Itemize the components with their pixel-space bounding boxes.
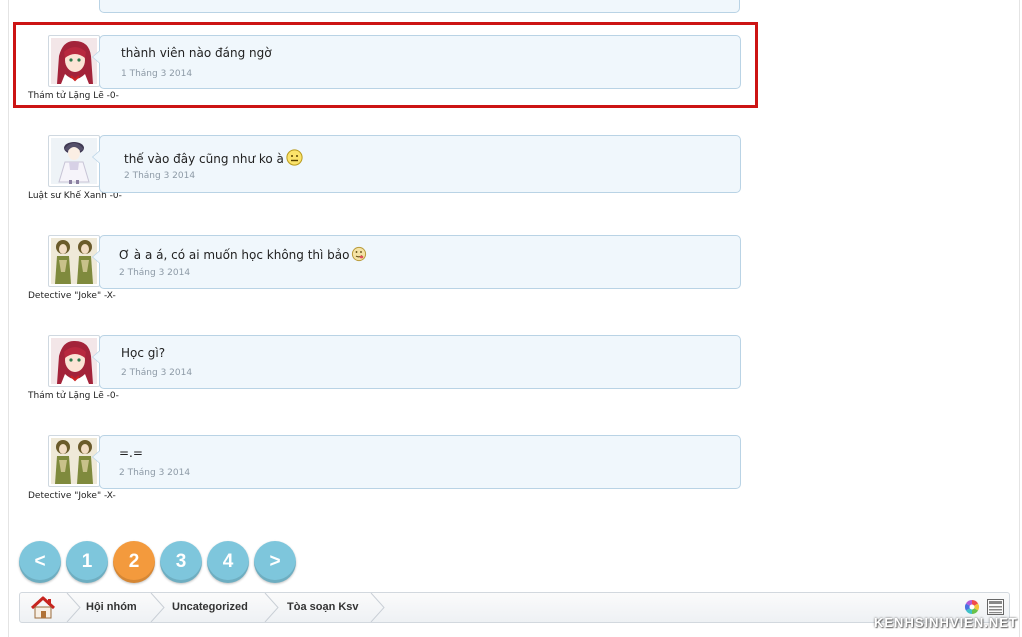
- breadcrumb-separator: [150, 593, 165, 622]
- breadcrumb-item-toa-soan-ksv[interactable]: Tòa soạn Ksv: [287, 593, 359, 622]
- home-icon[interactable]: [20, 593, 66, 622]
- message-text-row: Ơ à a á, có ai muốn học không thì bảo: [119, 246, 367, 265]
- tongue-smiley-icon: [351, 246, 367, 265]
- message-item: Thám tử Lặng Lẽ -0- Học gì? 2 Tháng 3 20…: [0, 335, 760, 415]
- message-text-row: thế vào đây cũng như ko à: [124, 149, 303, 169]
- message-text: thế vào đây cũng như ko à: [124, 152, 284, 166]
- frown-smiley-icon: [286, 149, 303, 169]
- message-text: Ơ à a á, có ai muốn học không thì bảo: [119, 248, 350, 262]
- message-text: thành viên nào đáng ngờ: [121, 46, 272, 60]
- breadcrumb-item-uncategorized[interactable]: Uncategorized: [172, 593, 248, 622]
- page-button-1[interactable]: 1: [66, 541, 108, 583]
- message-bubble: thành viên nào đáng ngờ 1 Tháng 3 2014: [92, 35, 741, 89]
- breadcrumb-separator: [264, 593, 279, 622]
- message-bubble: thế vào đây cũng như ko à 2 Tháng 3 2014: [92, 135, 741, 193]
- message-text: Học gì?: [121, 346, 166, 360]
- watermark: KENHSINHVIEN.NET: [874, 615, 1018, 630]
- message-author[interactable]: Thám tử Lặng Lẽ -0-: [28, 91, 119, 101]
- breadcrumb-separator: [66, 593, 81, 622]
- message-item: Detective "Joke" -X- =.= 2 Tháng 3 2014: [0, 435, 760, 515]
- page-button-3[interactable]: 3: [160, 541, 202, 583]
- message-date[interactable]: 1 Tháng 3 2014: [121, 69, 192, 79]
- message-item: Thám tử Lặng Lẽ -0- thành viên nào đáng …: [0, 35, 760, 115]
- message-item: Luật sư Khế Xanh -0- thế vào đây cũng nh…: [0, 135, 760, 215]
- message-author[interactable]: Detective "Joke" -X-: [28, 291, 116, 301]
- message-bubble: =.= 2 Tháng 3 2014: [92, 435, 741, 489]
- message-bubble: Học gì? 2 Tháng 3 2014: [92, 335, 741, 389]
- prev-page-button[interactable]: <: [19, 541, 61, 583]
- breadcrumb: Hội nhóm Uncategorized Tòa soạn Ksv: [19, 592, 1010, 623]
- message-item: Detective "Joke" -X- Ơ à a á, có ai muốn…: [0, 235, 760, 315]
- message-date[interactable]: 2 Tháng 3 2014: [119, 468, 190, 478]
- previous-message-bubble: [99, 0, 740, 13]
- message-date[interactable]: 2 Tháng 3 2014: [124, 171, 195, 181]
- breadcrumb-item-hoi-nhom[interactable]: Hội nhóm: [86, 593, 137, 622]
- page-button-2-current[interactable]: 2: [113, 541, 155, 583]
- next-page-button[interactable]: >: [254, 541, 296, 583]
- message-date[interactable]: 2 Tháng 3 2014: [121, 368, 192, 378]
- message-author[interactable]: Thám tử Lặng Lẽ -0-: [28, 391, 119, 401]
- message-text: =.=: [119, 446, 143, 460]
- page-button-4[interactable]: 4: [207, 541, 249, 583]
- breadcrumb-separator: [370, 593, 385, 622]
- message-bubble: Ơ à a á, có ai muốn học không thì bảo 2 …: [92, 235, 741, 289]
- message-date[interactable]: 2 Tháng 3 2014: [119, 268, 190, 278]
- message-author[interactable]: Detective "Joke" -X-: [28, 491, 116, 501]
